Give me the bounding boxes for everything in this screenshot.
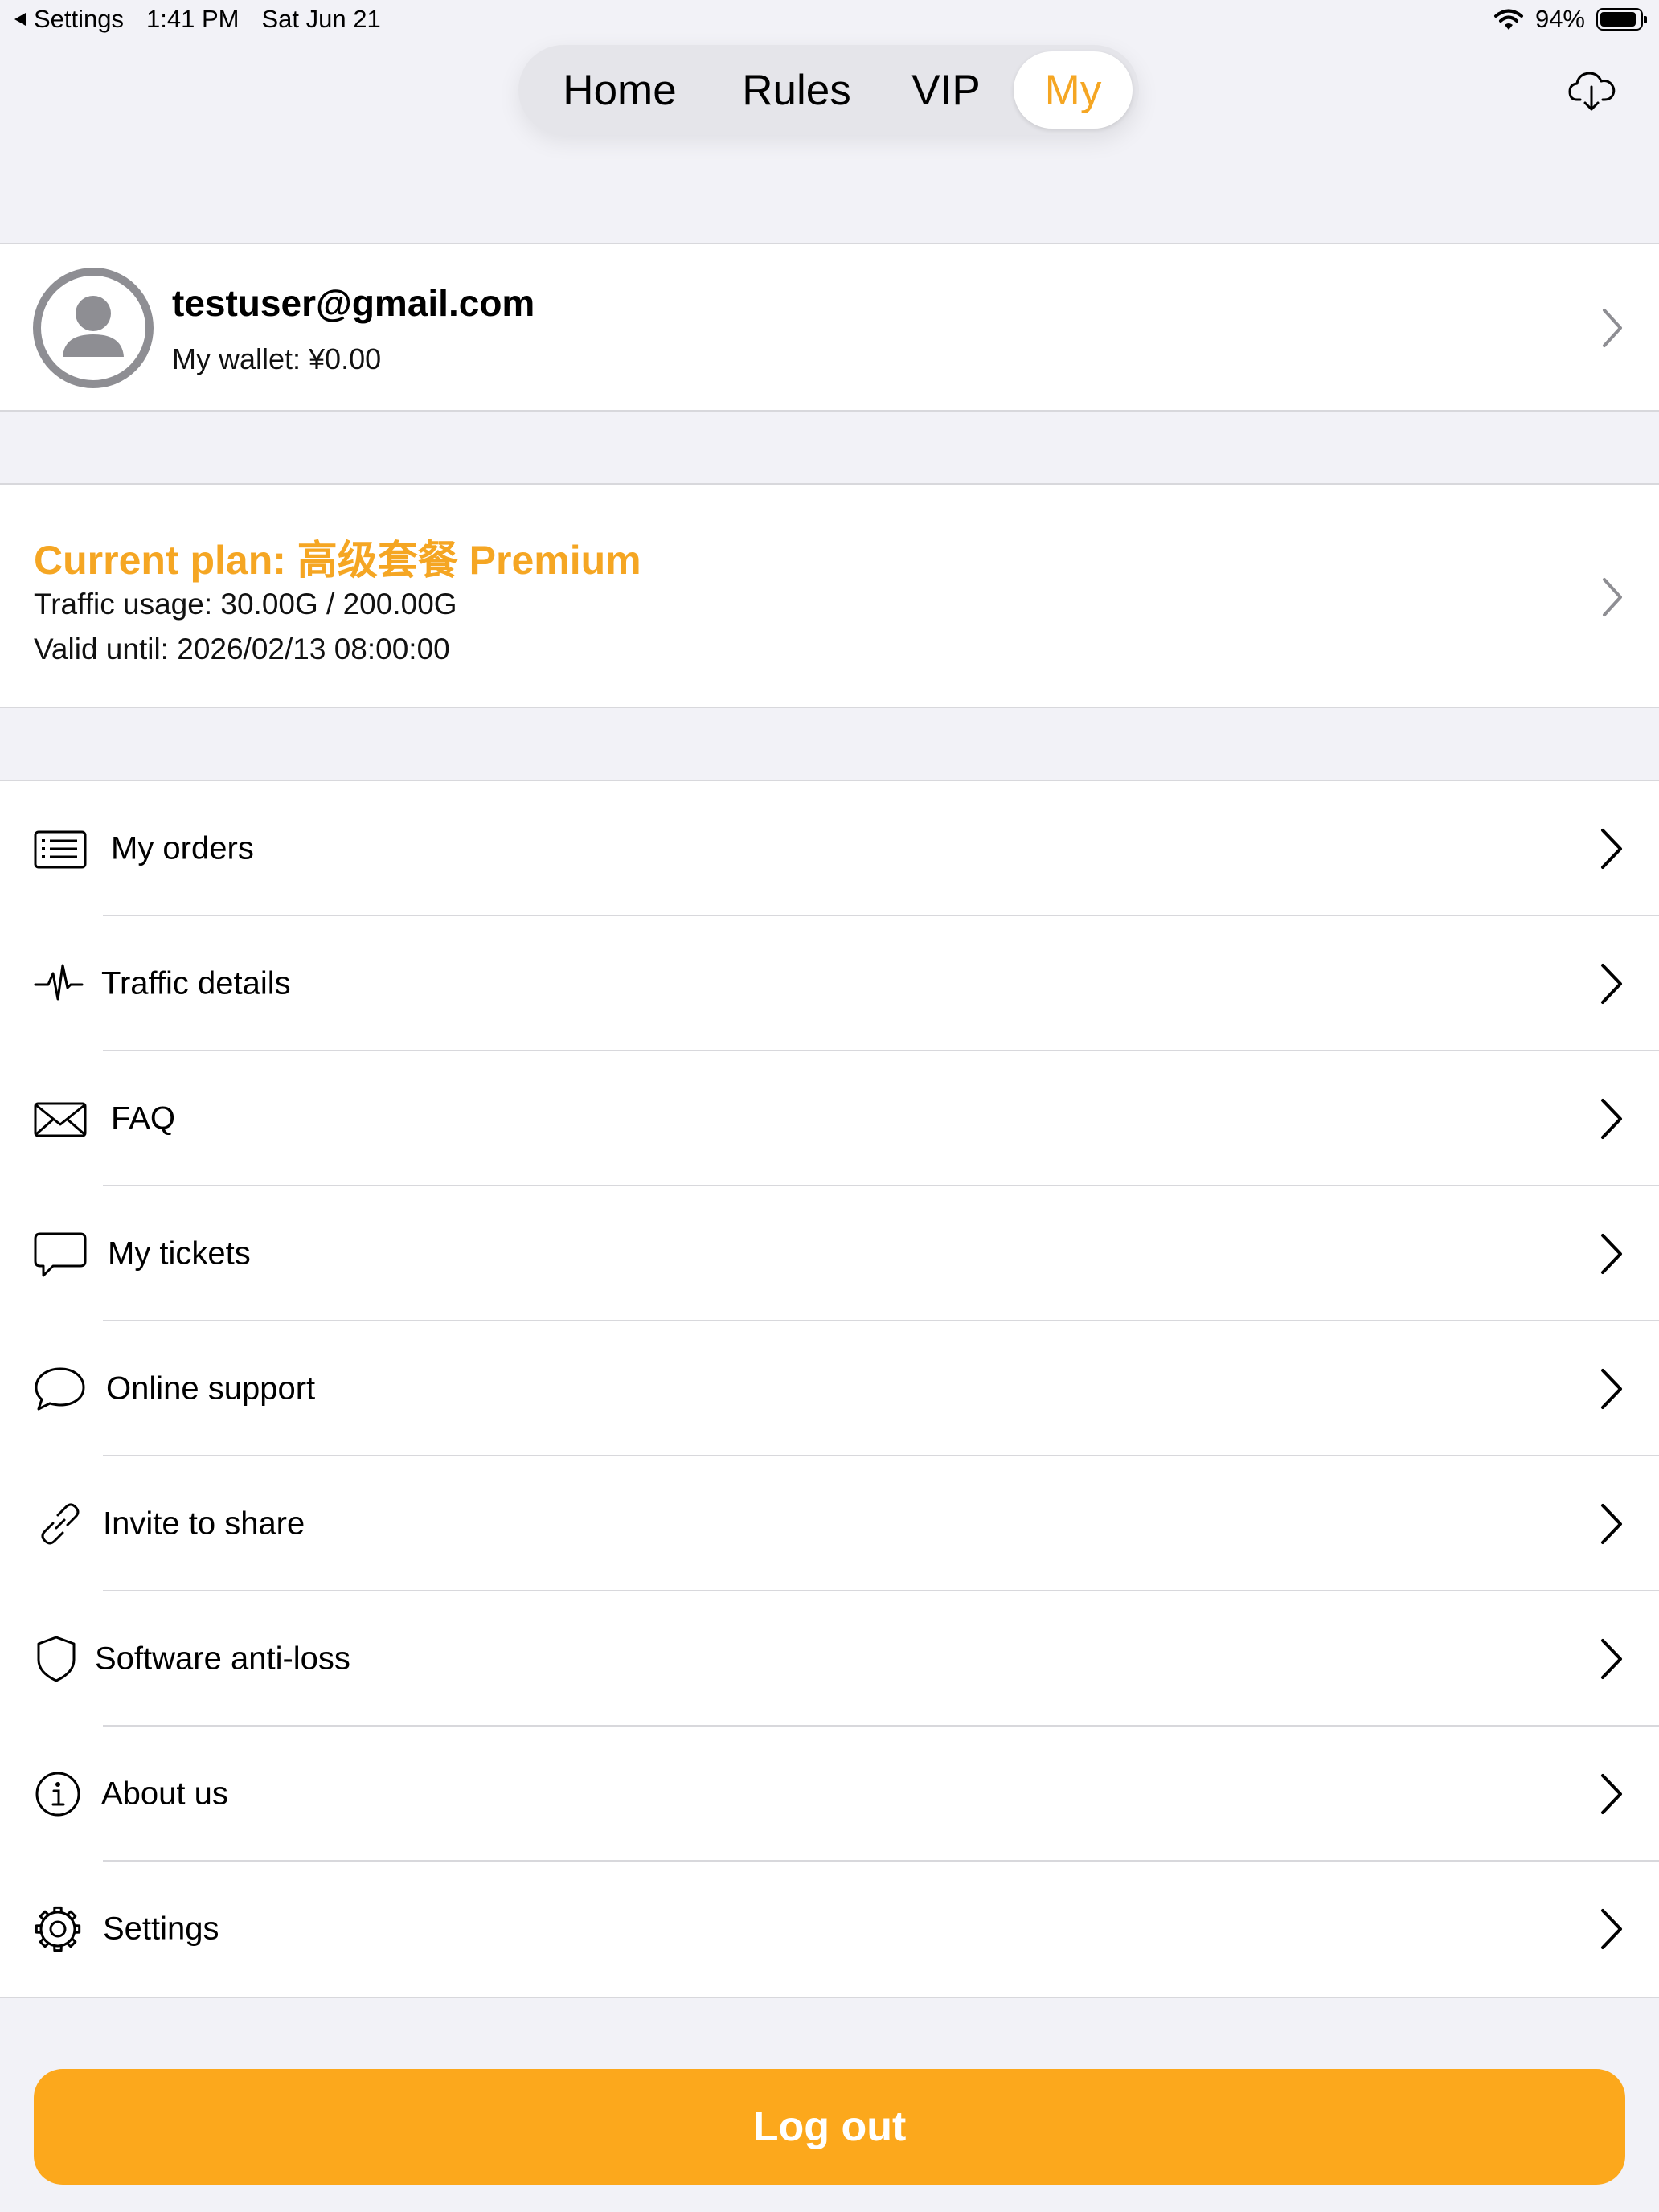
back-label: Settings: [34, 5, 125, 33]
avatar-icon: [33, 268, 154, 388]
chevron-right-icon: [1601, 1774, 1622, 1814]
chevron-right-icon: [1601, 964, 1622, 1004]
tab-rules[interactable]: Rules: [715, 51, 879, 129]
chevron-right-icon: [1601, 1099, 1622, 1139]
chevron-right-icon: [1601, 829, 1622, 869]
gear-icon: [35, 1906, 81, 1952]
chevron-right-icon: [1601, 1369, 1622, 1409]
menu-label: FAQ: [111, 1100, 176, 1137]
link-icon: [41, 1503, 80, 1545]
menu-label: My tickets: [108, 1235, 251, 1272]
menu-item-software-anti-loss[interactable]: Software anti-loss: [0, 1591, 1659, 1727]
menu-label: Online support: [106, 1370, 316, 1407]
menu-item-faq[interactable]: FAQ: [0, 1051, 1659, 1186]
chat-bubble-icon: [35, 1367, 85, 1411]
list-icon: [34, 830, 87, 869]
valid-until: Valid until: 2026/02/13 08:00:00: [34, 633, 450, 666]
chevron-right-icon: [1601, 1909, 1622, 1949]
menu-label: My orders: [111, 830, 254, 866]
status-time: 1:41 PM: [146, 5, 240, 33]
wallet-balance: My wallet: ¥0.00: [172, 342, 382, 375]
menu-item-about-us[interactable]: About us: [0, 1727, 1659, 1862]
user-email: testuser@gmail.com: [172, 282, 535, 324]
tab-vip[interactable]: VIP: [879, 51, 1014, 129]
tab-home[interactable]: Home: [525, 51, 715, 129]
cloud-download-icon[interactable]: [1567, 66, 1617, 116]
menu-item-online-support[interactable]: Online support: [0, 1321, 1659, 1456]
pulse-icon: [34, 964, 84, 1001]
back-triangle-icon: [14, 13, 26, 26]
info-icon: [35, 1772, 80, 1817]
plan-card[interactable]: Current plan: 高级套餐 Premium Traffic usage…: [0, 483, 1659, 708]
wifi-icon: [1493, 9, 1523, 30]
envelope-icon: [34, 1102, 87, 1137]
menu-item-traffic-details[interactable]: Traffic details: [0, 916, 1659, 1051]
profile-card[interactable]: testuser@gmail.com My wallet: ¥0.00: [0, 243, 1659, 412]
traffic-usage: Traffic usage: 30.00G / 200.00G: [34, 588, 457, 621]
menu-list: My orders Traffic details FAQ My tickets: [0, 780, 1659, 1998]
message-square-icon: [34, 1232, 87, 1277]
main-tabs: Home Rules VIP My: [518, 45, 1139, 135]
battery-icon: [1596, 8, 1647, 31]
back-to-settings[interactable]: Settings: [13, 5, 124, 34]
menu-label: About us: [101, 1776, 228, 1812]
tab-my[interactable]: My: [1014, 51, 1133, 129]
menu-label: Settings: [103, 1911, 219, 1947]
logout-button[interactable]: Log out: [34, 2069, 1625, 2185]
menu-item-settings[interactable]: Settings: [0, 1862, 1659, 1997]
chevron-right-icon: [1603, 578, 1622, 616]
plan-title: Current plan: 高级套餐 Premium: [34, 538, 641, 583]
menu-label: Invite to share: [103, 1505, 305, 1542]
chevron-right-icon: [1601, 1639, 1622, 1679]
menu-label: Software anti-loss: [95, 1641, 350, 1677]
menu-item-my-orders[interactable]: My orders: [0, 781, 1659, 916]
menu-item-invite-to-share[interactable]: Invite to share: [0, 1456, 1659, 1591]
chevron-right-icon: [1603, 309, 1622, 347]
status-bar: Settings 1:41 PM Sat Jun 21 94%: [0, 0, 1659, 40]
chevron-right-icon: [1601, 1504, 1622, 1544]
status-date: Sat Jun 21: [261, 5, 381, 33]
shield-icon: [37, 1636, 76, 1682]
chevron-right-icon: [1601, 1234, 1622, 1274]
battery-percent: 94%: [1534, 5, 1585, 33]
menu-item-my-tickets[interactable]: My tickets: [0, 1186, 1659, 1321]
menu-label: Traffic details: [101, 965, 291, 1002]
